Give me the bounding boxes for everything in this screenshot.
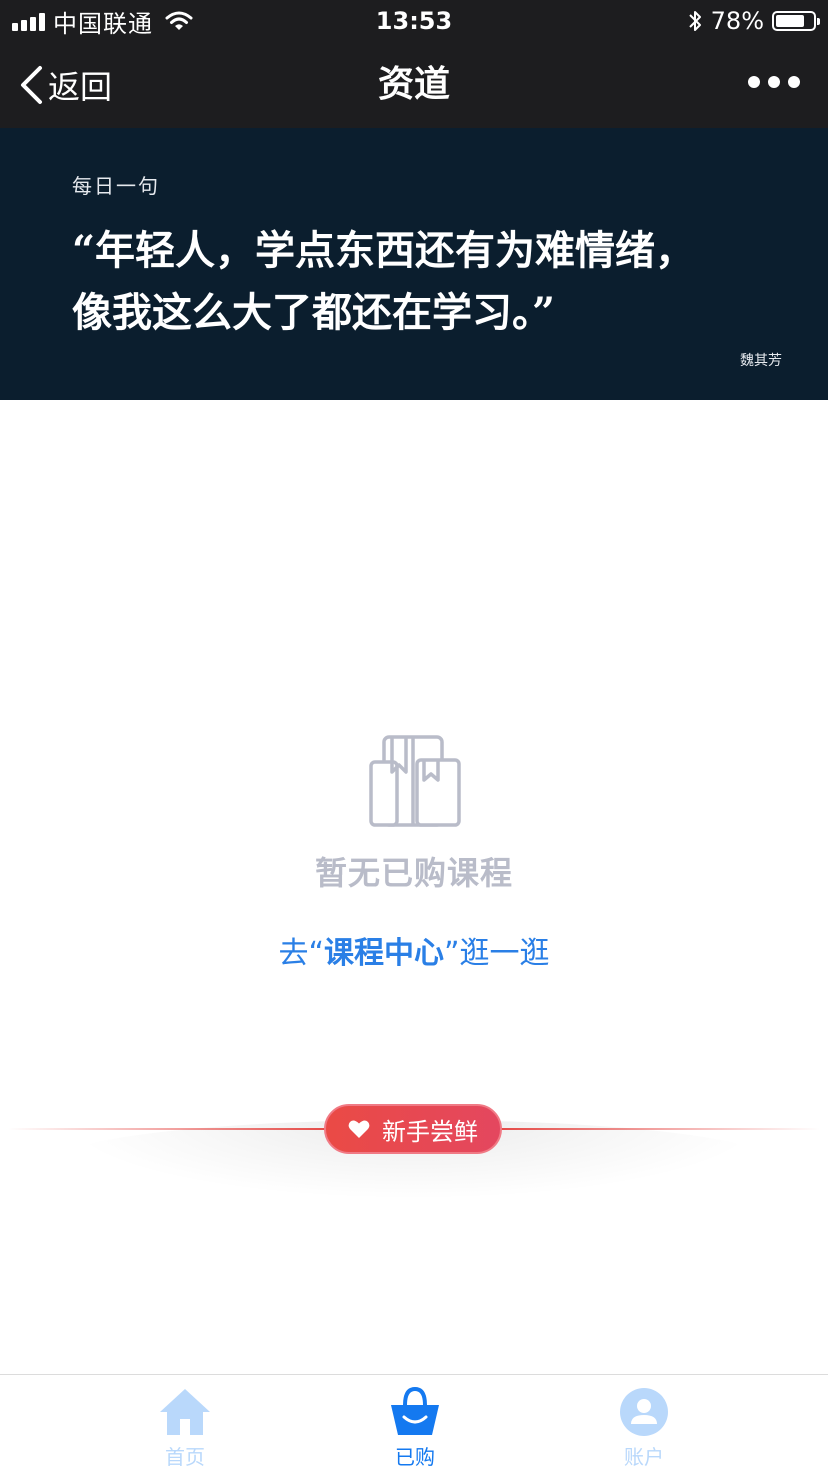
home-icon: [160, 1389, 210, 1435]
tab-bar: 首页 已购 账户: [0, 1374, 828, 1473]
battery-fill: [776, 15, 804, 27]
daily-quote-banner: 每日一句 “年轻人，学点东西还有为难情绪， 像我这么大了都还在学习。” 魏其芳: [0, 128, 828, 400]
tab-bought[interactable]: 已购: [355, 1387, 475, 1470]
newbie-trial-button[interactable]: 新手尝鲜: [324, 1104, 502, 1154]
quote-author: 魏其芳: [740, 353, 782, 369]
link-suffix: ”逛一逛: [444, 936, 550, 971]
promo-divider-left: [8, 1128, 328, 1130]
tab-home-label: 首页: [165, 1445, 205, 1469]
banner-label: 每日一句: [72, 174, 160, 198]
link-prefix: 去“: [278, 936, 324, 971]
heart-icon: [348, 1120, 370, 1138]
user-icon: [620, 1388, 668, 1436]
status-bar: 中国联通 13:53 78%: [0, 0, 828, 42]
link-strong: 课程中心: [324, 936, 444, 971]
tab-bought-label: 已购: [395, 1445, 435, 1469]
quote-line: “年轻人，学点东西还有为难情绪，: [72, 227, 696, 274]
page-title: 资道: [377, 64, 450, 105]
more-dots-icon[interactable]: [748, 76, 800, 88]
tab-home[interactable]: 首页: [125, 1387, 245, 1470]
battery-percent: 78%: [710, 7, 764, 35]
quote-line: 像我这么大了都还在学习。”: [72, 289, 556, 336]
newbie-trial-label: 新手尝鲜: [382, 1117, 478, 1146]
promo-divider-right: [500, 1128, 820, 1130]
course-center-link[interactable]: 去“课程中心”逛一逛: [0, 928, 828, 972]
shopping-bag-icon: [391, 1387, 439, 1435]
bluetooth-icon: [688, 11, 701, 31]
status-right: 78%: [687, 6, 820, 36]
quote-text: “年轻人，学点东西还有为难情绪， 像我这么大了都还在学习。”: [72, 220, 712, 344]
empty-state-text: 暂无已购课程: [314, 854, 513, 892]
tab-account-label: 账户: [624, 1445, 664, 1469]
nav-bar: 返回 资道: [0, 42, 828, 128]
books-icon: [369, 735, 461, 827]
battery-icon: [772, 11, 820, 31]
tab-account[interactable]: 账户: [584, 1387, 704, 1470]
